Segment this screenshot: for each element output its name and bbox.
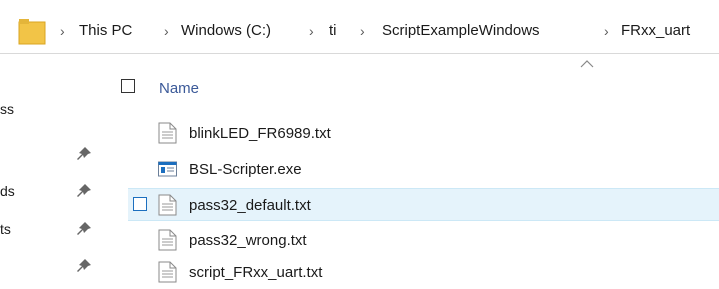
pin-icon[interactable] [76,258,92,274]
text-file-icon [158,122,177,144]
file-row-script-frxx-uart[interactable]: script_FRxx_uart.txt [128,256,719,289]
breadcrumb-separator[interactable]: › [164,22,169,40]
exe-icon [158,161,177,177]
text-file-icon [158,229,177,251]
breadcrumb-this-pc[interactable]: This PC [79,21,132,41]
pin-icon[interactable] [76,146,92,162]
select-all-checkbox[interactable] [121,79,135,93]
sort-ascending-icon[interactable] [580,60,594,68]
file-row-pass32-default[interactable]: pass32_default.txt [128,188,719,221]
breadcrumb-scriptexamplewindows[interactable]: ScriptExampleWindows [382,21,540,41]
nav-item-label[interactable]: ts [0,221,11,237]
file-name: BSL-Scripter.exe [189,161,302,178]
breadcrumb-separator[interactable]: › [60,22,65,40]
nav-item-label[interactable]: ds [0,183,15,199]
file-name: blinkLED_FR6989.txt [189,125,331,142]
file-name: script_FRxx_uart.txt [189,264,323,281]
address-bar[interactable]: › This PC › Windows (C:) › ti › ScriptEx… [0,14,719,54]
column-header-name[interactable]: Name [159,80,199,98]
breadcrumb-frxx-uart[interactable]: FRxx_uart [621,21,690,41]
folder-icon [18,19,46,45]
nav-item-label[interactable]: ss [0,101,14,117]
row-checkbox[interactable] [133,197,147,211]
file-row-blinkled[interactable]: blinkLED_FR6989.txt [128,117,719,150]
file-row-pass32-wrong[interactable]: pass32_wrong.txt [128,224,719,257]
breadcrumb-windows-c[interactable]: Windows (C:) [181,21,271,41]
pin-icon[interactable] [76,221,92,237]
breadcrumb-ti[interactable]: ti [329,21,337,41]
file-row-bsl-scripter[interactable]: BSL-Scripter.exe [128,153,719,186]
breadcrumb-separator[interactable]: › [604,22,609,40]
breadcrumb-separator[interactable]: › [309,22,314,40]
text-file-icon [158,194,177,216]
file-name: pass32_default.txt [189,197,311,214]
breadcrumb-separator[interactable]: › [360,22,365,40]
file-name: pass32_wrong.txt [189,232,307,249]
text-file-icon [158,261,177,283]
pin-icon[interactable] [76,183,92,199]
